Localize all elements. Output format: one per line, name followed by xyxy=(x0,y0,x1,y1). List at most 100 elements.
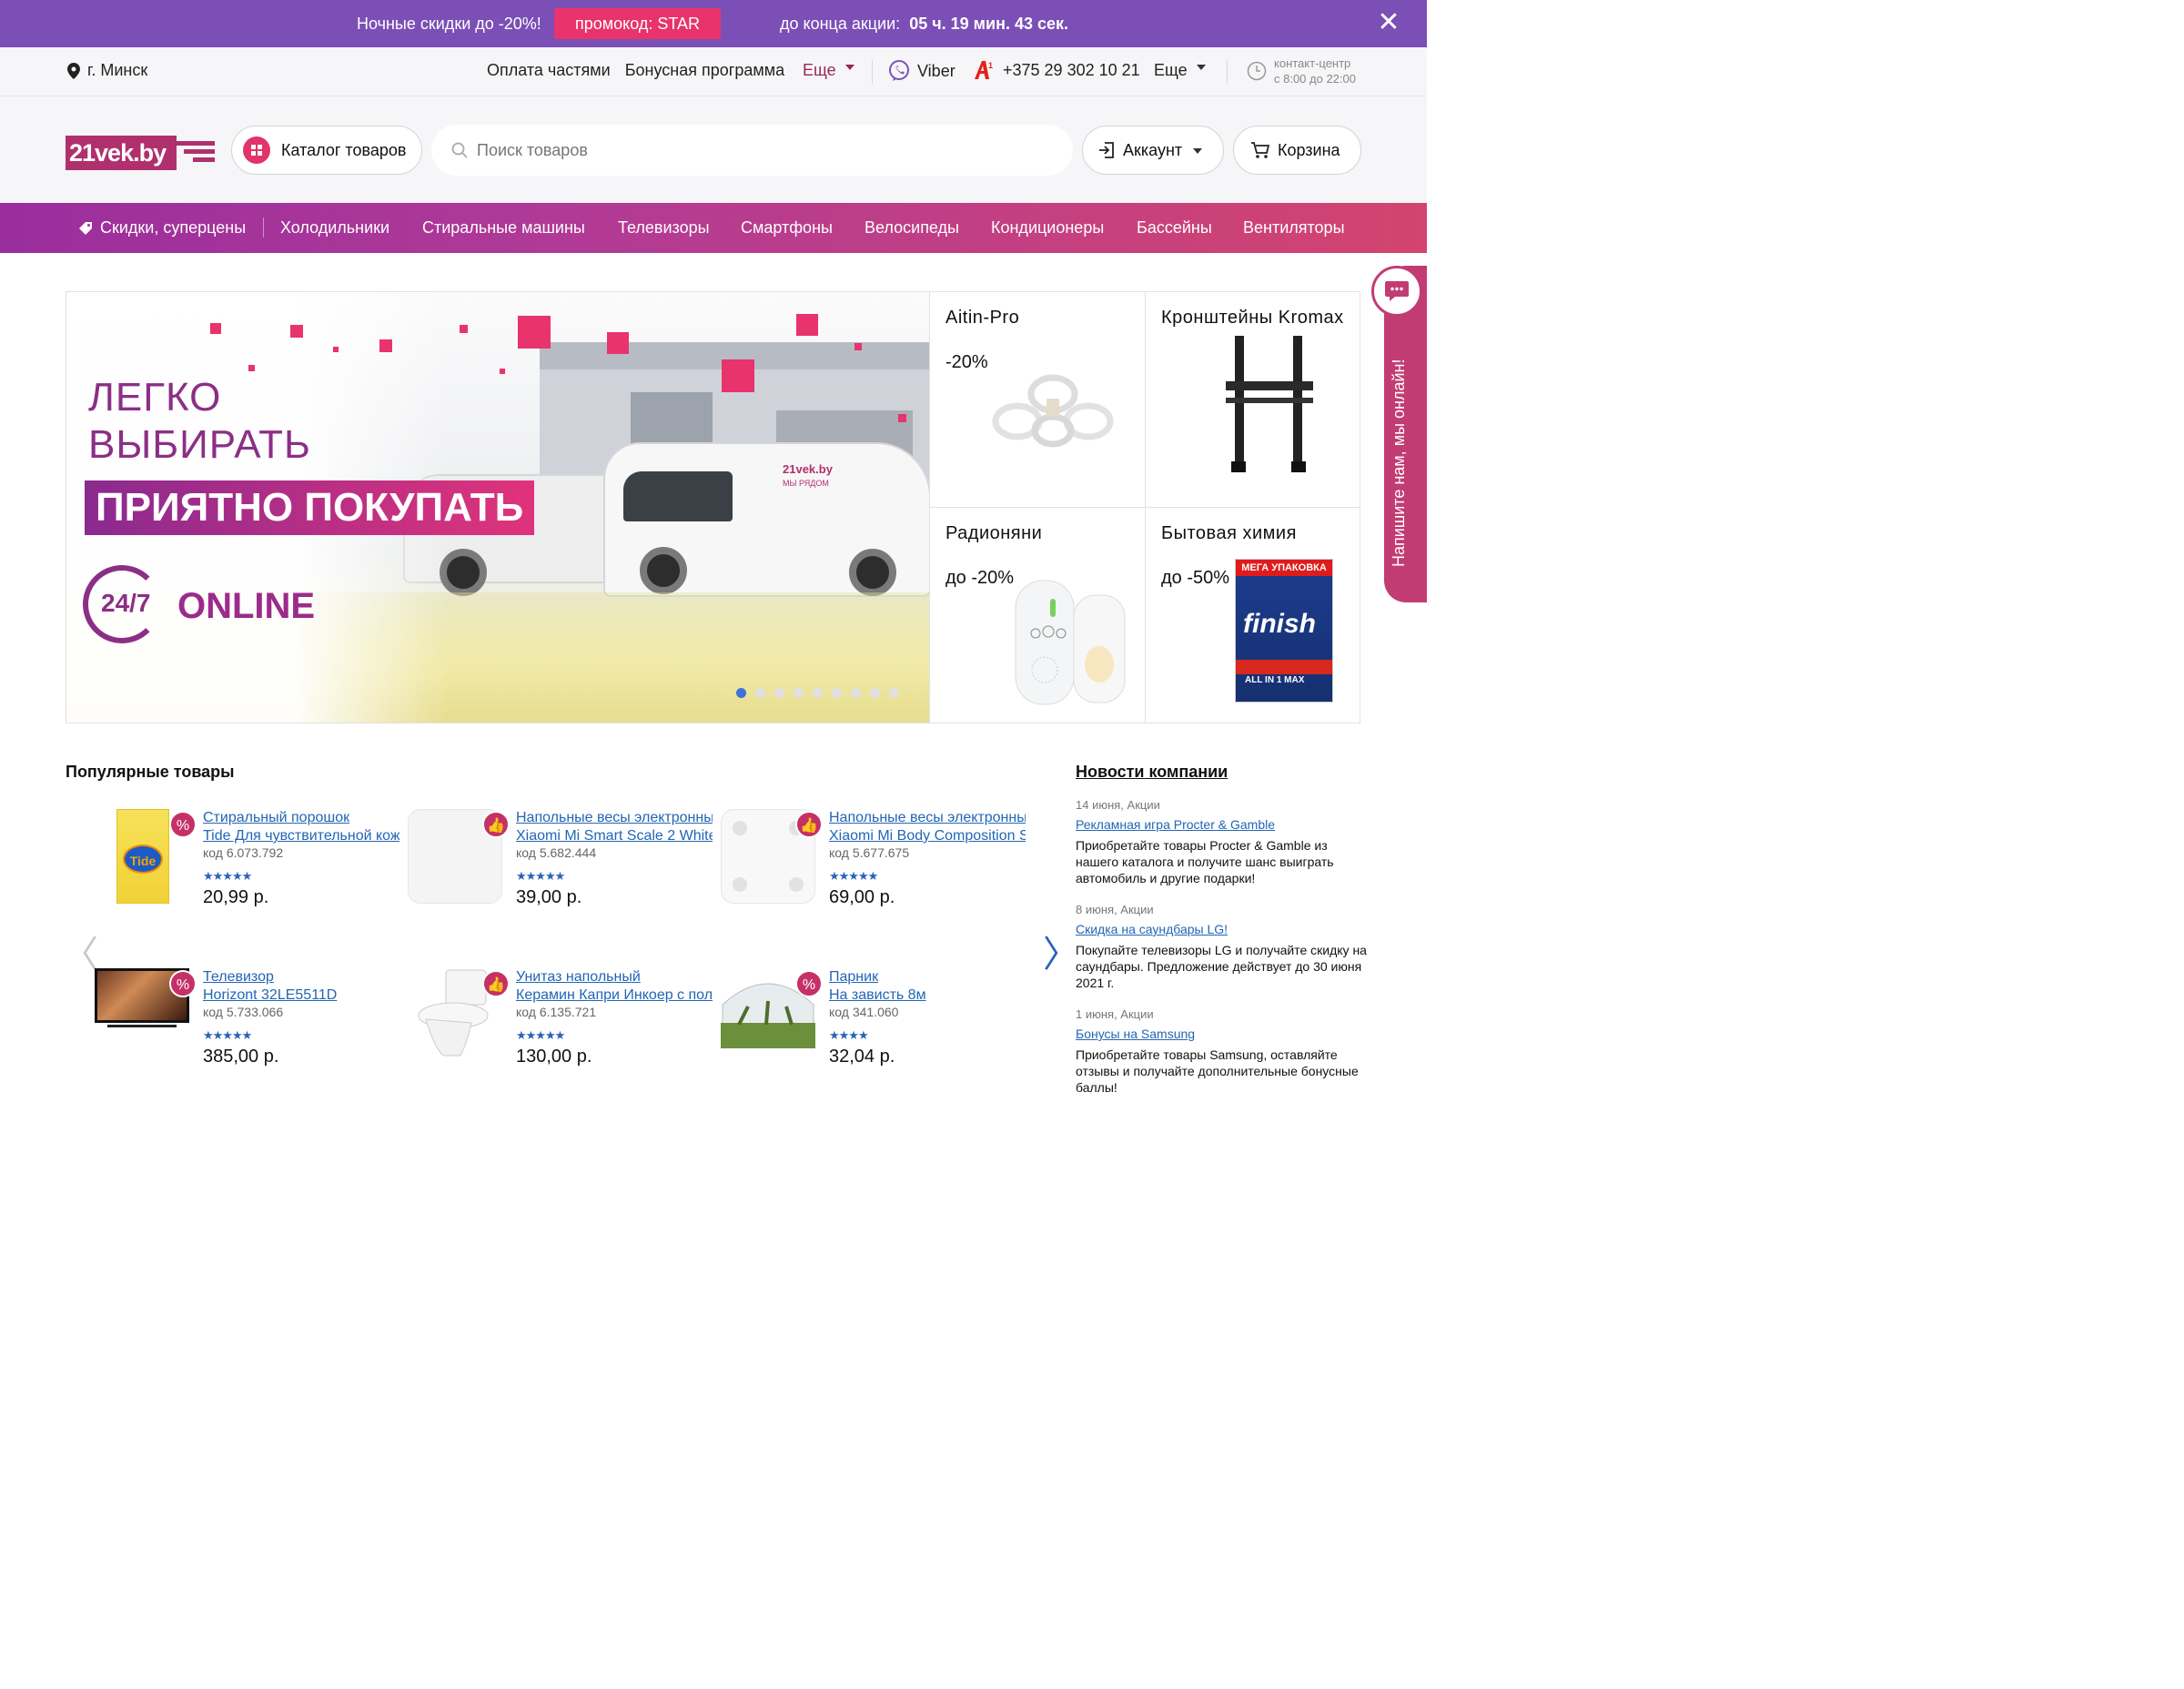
nav-item-pools[interactable]: Бассейны xyxy=(1137,218,1212,238)
product-price: 20,99 р. xyxy=(203,887,269,907)
chat-bubble-icon[interactable] xyxy=(1371,266,1422,317)
product-name[interactable]: Унитаз напольный Керамин Капри Инкоер с п… xyxy=(516,968,713,1005)
carousel-prev-arrow-icon[interactable]: 〈 xyxy=(62,925,98,977)
countdown-value: 05 ч. 19 мин. 43 сек. xyxy=(909,15,1068,33)
product-card[interactable]: 👍 Напольные весы электронные Xiaomi Mi Bo… xyxy=(721,809,1026,927)
a1-operator-icon: 1 xyxy=(975,61,993,79)
city-label: г. Минск xyxy=(87,61,148,79)
viber-icon xyxy=(889,60,909,81)
site-logo[interactable]: 21vek.by xyxy=(66,136,215,170)
product-name-line2: Xiaomi Mi Body Composition Scale xyxy=(829,828,1026,844)
product-card[interactable]: 👍 Унитаз напольный Керамин Капри Инкоер с… xyxy=(408,968,713,1087)
decor-square xyxy=(248,365,255,371)
news-link[interactable]: Скидка на саундбары LG! xyxy=(1076,922,1367,936)
viber-link[interactable]: Viber xyxy=(888,60,956,82)
catalog-grid-icon xyxy=(243,137,270,164)
discount-badge: % xyxy=(169,811,197,838)
product-name-line2: Horizont 32LE5511D xyxy=(203,987,338,1003)
promo-tile-aitin-pro[interactable]: Aitin-Pro -20% xyxy=(929,292,1145,508)
logo-stripes xyxy=(173,141,215,166)
promo-tile-kromax[interactable]: Кронштейны Kromax xyxy=(1145,292,1360,508)
link-installments[interactable]: Оплата частями xyxy=(487,61,611,80)
nav-item-air-conditioners[interactable]: Кондиционеры xyxy=(991,218,1104,238)
promo-tile-household-chemicals[interactable]: Бытовая химия до -50% МЕГА УПАКОВКА fini… xyxy=(1145,508,1360,723)
slider-dot[interactable] xyxy=(755,688,765,698)
slider-dot[interactable] xyxy=(832,688,842,698)
catalog-button[interactable]: Каталог товаров xyxy=(231,126,422,175)
product-name[interactable]: Парник На зависть 8м xyxy=(829,968,1026,1005)
news-text: Приобретайте товары Procter & Gamble из … xyxy=(1076,838,1334,885)
slider-dot[interactable] xyxy=(813,688,823,698)
rating-stars: ★★★★★ xyxy=(516,1028,565,1042)
product-price: 69,00 р. xyxy=(829,887,895,907)
search-icon xyxy=(451,142,468,158)
chat-widget[interactable]: Напишите нам, мы онлайн! xyxy=(1371,266,1427,602)
product-code: код 6.073.792 xyxy=(203,845,284,860)
slider-dot[interactable] xyxy=(774,688,784,698)
slider-dot[interactable] xyxy=(870,688,880,698)
contacts-more-dropdown[interactable]: Еще xyxy=(1154,61,1206,80)
news-link[interactable]: Рекламная игра Procter & Gamble xyxy=(1076,817,1367,832)
slider-dots[interactable] xyxy=(736,688,899,698)
decor-square xyxy=(898,414,906,422)
search-input[interactable] xyxy=(477,140,1023,160)
cart-label: Корзина xyxy=(1278,140,1340,159)
close-icon[interactable]: ✕ xyxy=(1376,9,1401,36)
finish-package-image: МЕГА УПАКОВКА finish ALL IN 1 MAX xyxy=(1235,559,1333,703)
product-price: 32,04 р. xyxy=(829,1047,895,1067)
product-card[interactable]: % Телевизор Horizont 32LE5511D код 5.733.… xyxy=(95,968,400,1087)
phone-number: +375 29 302 10 21 xyxy=(1003,60,1140,79)
product-card[interactable]: 👍 Напольные весы электронные Xiaomi Mi Sm… xyxy=(408,809,713,927)
phone-link[interactable]: 1 +375 29 302 10 21 xyxy=(974,60,1140,80)
nav-item-bicycles[interactable]: Велосипеды xyxy=(864,218,959,238)
promo-bar: Ночные скидки до -20%! промокод: STAR до… xyxy=(0,0,1427,47)
product-name-line1: Унитаз напольный xyxy=(516,969,641,985)
product-name[interactable]: Стиральный порошок Tide Для чувствительно… xyxy=(203,809,399,845)
slider-dot[interactable] xyxy=(851,688,861,698)
van-slogan: МЫ РЯДОМ xyxy=(783,479,829,488)
recommended-badge: 👍 xyxy=(482,811,510,838)
account-label: Аккаунт xyxy=(1123,140,1183,159)
city-selector[interactable]: г. Минск xyxy=(67,61,147,80)
baby-monitor-image xyxy=(1015,580,1126,705)
slider-dot[interactable] xyxy=(889,688,899,698)
van-logo: 21vek.by xyxy=(783,462,833,476)
link-bonus-program[interactable]: Бонусная программа xyxy=(625,61,784,80)
nav-item-discounts[interactable]: Скидки, суперцены xyxy=(78,218,246,238)
nav-item-fridges[interactable]: Холодильники xyxy=(280,218,389,238)
tile-discount: до -50% xyxy=(1161,568,1230,588)
nav-item-washers[interactable]: Стиральные машины xyxy=(422,218,585,238)
rating-stars: ★★★★★ xyxy=(203,869,252,883)
product-name-line1: Стиральный порошок xyxy=(203,810,350,825)
slider-dot[interactable] xyxy=(736,688,746,698)
product-name[interactable]: Напольные весы электронные Xiaomi Mi Smar… xyxy=(516,809,713,845)
product-price: 385,00 р. xyxy=(203,1047,279,1067)
decor-square xyxy=(500,369,505,374)
hero-slide[interactable]: 21vek.by МЫ РЯДОМ ЛЕГКО ВЫБИРАТЬ ПРИЯТНО … xyxy=(66,292,929,723)
chandelier-image xyxy=(992,374,1114,448)
decor-square xyxy=(333,347,339,352)
promo-code-button[interactable]: промокод: STAR xyxy=(554,8,721,39)
cart-button[interactable]: Корзина xyxy=(1233,126,1361,175)
chat-label: Напишите нам, мы онлайн! xyxy=(1390,359,1408,568)
carousel-next-arrow-icon[interactable]: 〉 xyxy=(1043,925,1079,977)
discount-badge: % xyxy=(795,970,823,997)
top-more-dropdown[interactable]: Еще xyxy=(803,61,854,80)
account-button[interactable]: Аккаунт xyxy=(1082,126,1224,175)
nav-item-smartphones[interactable]: Смартфоны xyxy=(741,218,833,238)
promo-tile-baby-monitors[interactable]: Радионяни до -20% xyxy=(929,508,1145,723)
product-name[interactable]: Телевизор Horizont 32LE5511D xyxy=(203,968,399,1005)
top-bar: г. Минск Оплата частями Бонусная програм… xyxy=(0,47,1427,96)
news-link[interactable]: Бонусы на Samsung xyxy=(1076,1027,1367,1041)
news-title[interactable]: Новости компании xyxy=(1076,763,1367,782)
slider-dot[interactable] xyxy=(794,688,804,698)
pack-top-label: МЕГА УПАКОВКА xyxy=(1236,560,1332,576)
product-card[interactable]: % Парник На зависть 8м код 341.060 ★★★★ 3… xyxy=(721,968,1026,1087)
nav-item-fans[interactable]: Вентиляторы xyxy=(1243,218,1345,238)
contact-center-hours: с 8:00 до 22:00 xyxy=(1274,72,1356,86)
logo-text: 21vek.by xyxy=(66,136,177,170)
product-name[interactable]: Напольные весы электронные Xiaomi Mi Body… xyxy=(829,809,1026,845)
product-card[interactable]: Tide % Стиральный порошок Tide Для чувств… xyxy=(95,809,400,927)
nav-item-tvs[interactable]: Телевизоры xyxy=(618,218,710,238)
tv-bracket-image xyxy=(1226,336,1313,472)
